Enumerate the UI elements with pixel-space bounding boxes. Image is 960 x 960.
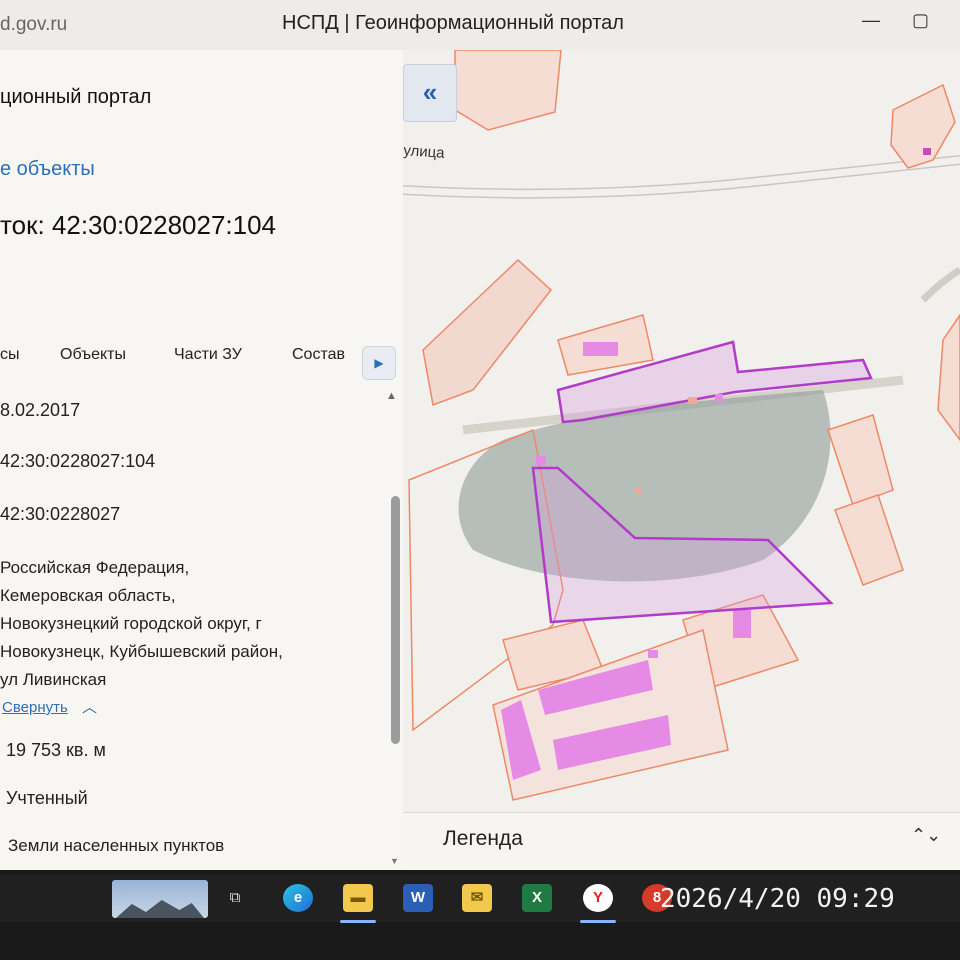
tabs-next-button[interactable]: ▶ [362,346,396,380]
taskbar-clock[interactable]: 2026/4/20 09:29 [660,884,895,914]
address-bar[interactable]: d.gov.ru [0,14,67,36]
parcel[interactable] [890,83,956,169]
address-line: Кемеровская область, [0,586,176,605]
screen: d.gov.ru НСПД | Геоинформационный портал… [0,0,960,870]
yandex-browser-icon[interactable]: Y [583,884,613,912]
panel-tabs: сы Объекты Части ЗУ Состав [0,346,403,380]
address-line: Новокузнецкий городской округ, г [0,614,262,633]
double-chevron-left-icon: « [422,77,438,107]
maximize-button[interactable]: ▢ [912,10,929,31]
collapse-link[interactable]: Свернуть ︿ [2,696,97,717]
mail-icon[interactable]: ✉ [462,884,492,912]
parcel-title: ток: 42:30:0228027:104 [0,210,277,240]
address-line: ул Ливинская [0,670,107,689]
building[interactable] [688,397,697,404]
taskbar: ⧉ e ▬ W ✉ X Y 8 2026/4/20 09:29 [0,870,960,960]
parcel[interactable] [937,313,960,442]
objects-link[interactable]: е объекты [0,158,95,181]
building[interactable] [923,148,931,155]
panel-scrollbar[interactable] [391,496,400,744]
task-view-icon[interactable]: ⧉ [220,884,250,912]
scroll-up-icon[interactable]: ▲ [386,390,397,402]
parcel[interactable] [422,258,553,407]
cadastral-number: 42:30:0228027:104 [0,451,156,471]
portal-title: ционный портал [0,86,152,108]
minimize-button[interactable]: — [862,10,880,31]
land-category-value: Земли населенных пунктов [8,836,225,855]
active-indicator [580,920,616,923]
registration-date: 8.02.2017 [0,400,81,420]
parcel[interactable] [834,494,904,586]
cadastral-map[interactable] [403,50,960,818]
building[interactable] [536,456,546,465]
building[interactable] [715,394,723,401]
excel-icon[interactable]: X [522,884,552,912]
edge-icon[interactable]: e [283,884,313,912]
expand-collapse-icon[interactable]: ⌃⌄ [911,825,941,846]
tab-composition[interactable]: Состав [292,346,345,364]
taskbar-inner: ⧉ e ▬ W ✉ X Y 8 2026/4/20 09:29 [0,874,960,923]
parcel[interactable] [827,414,894,506]
address-block: Российская Федерация, Кемеровская област… [0,554,380,694]
tab-parts[interactable]: Части ЗУ [174,346,242,364]
cadastral-quarter: 42:30:0228027 [0,504,121,524]
browser-titlebar: d.gov.ru НСПД | Геоинформационный портал… [0,0,960,51]
status-value: Учтенный [6,788,88,808]
info-panel: ционный портал е объекты ток: 42:30:0228… [0,50,403,870]
street-label: улица [402,142,446,162]
map-view[interactable] [403,50,960,818]
building[interactable] [635,487,641,494]
collapse-label: Свернуть [2,699,68,716]
tab-objects[interactable]: Объекты [60,346,126,364]
building[interactable] [583,342,618,356]
address-line: Российская Федерация, [0,558,190,577]
page-title: НСПД | Геоинформационный портал [282,12,624,34]
mountain-icon [116,900,204,918]
chevron-up-icon: ︿ [81,699,97,716]
address-line: Новокузнецк, Куйбышевский район, [0,642,283,661]
chevron-right-icon: ▶ [374,356,384,370]
legend-label: Легенда [443,827,523,850]
building[interactable] [733,610,751,638]
area-value: 19 753 кв. м [6,740,106,760]
active-indicator [340,920,376,923]
road [920,266,960,303]
collapse-panel-button[interactable]: « [403,64,457,122]
scroll-down-icon[interactable]: ▼ [390,856,399,866]
parcel[interactable] [454,50,562,131]
legend-bar[interactable]: Легенда ⌃⌄ [403,812,960,870]
building[interactable] [648,650,658,658]
tab-attributes[interactable]: сы [0,346,20,364]
desktop-thumbnail[interactable] [112,880,208,918]
word-icon[interactable]: W [403,884,433,912]
file-explorer-icon[interactable]: ▬ [343,884,373,912]
